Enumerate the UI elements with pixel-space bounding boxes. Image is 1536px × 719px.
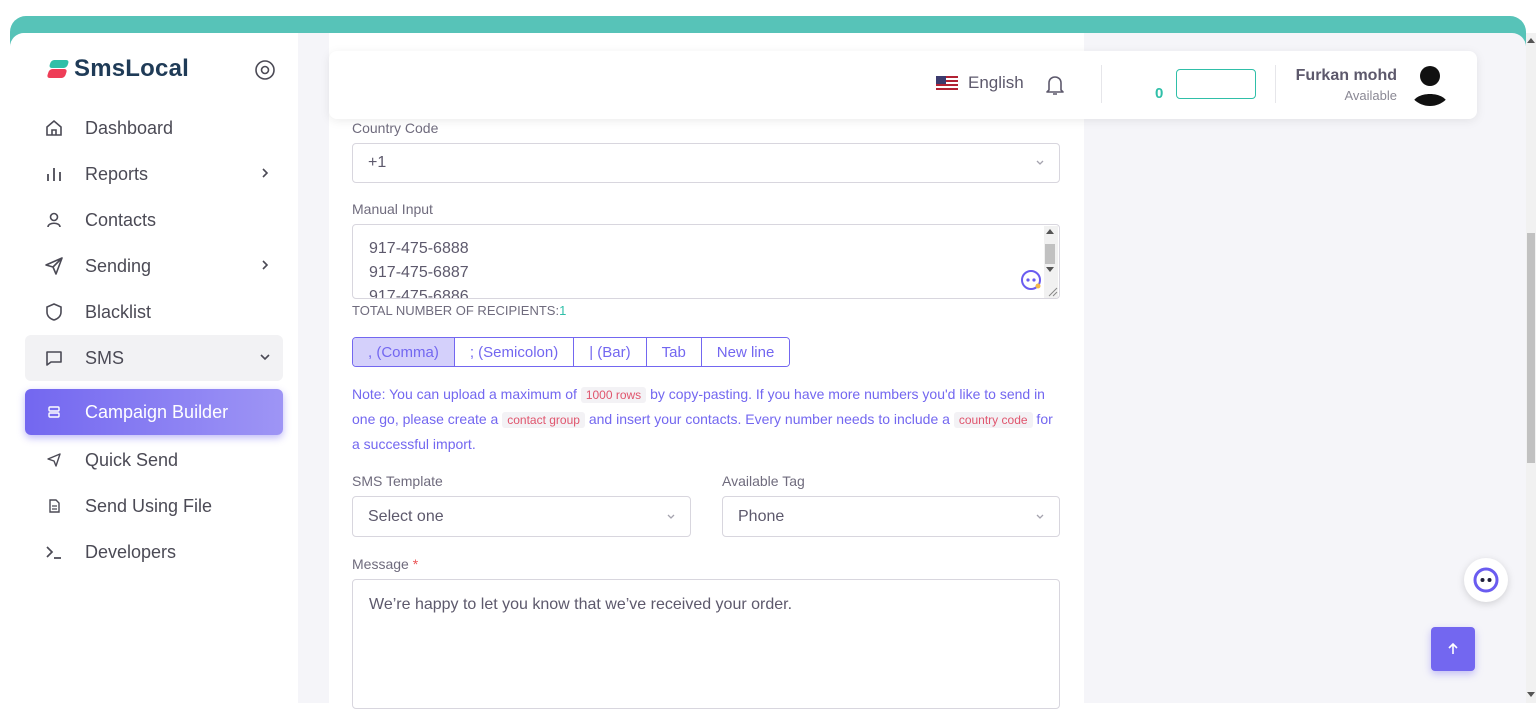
separator-semicolon-button[interactable]: ; (Semicolon) [454, 338, 575, 366]
sidebar-item-quick-send[interactable]: Quick Send [25, 437, 283, 483]
recipients-count: 1 [559, 303, 567, 318]
separator-bar-button[interactable]: | (Bar) [574, 338, 647, 366]
sidebar-item-label: Blacklist [85, 301, 152, 322]
bar-chart-icon [43, 163, 65, 185]
chevron-down-icon [667, 514, 675, 519]
country-code-label: Country Code [352, 120, 439, 136]
header-divider [1275, 65, 1276, 103]
message-label-wrap: Message * [352, 556, 418, 572]
separator-comma-button[interactable]: , (Comma) [353, 338, 455, 366]
note-text: and insert your contacts. Every number n… [584, 411, 954, 427]
sidebar-item-label: SMS [85, 347, 125, 368]
sidebar-item-label: Campaign Builder [85, 401, 229, 422]
message-text: We’re happy to let you know that we’ve r… [369, 596, 793, 613]
note-code-contact-group: contact group [502, 412, 585, 428]
page-scrollbar[interactable] [1526, 33, 1536, 703]
file-icon [43, 495, 65, 517]
message-label: Message [352, 556, 409, 572]
required-asterisk: * [412, 556, 419, 572]
sidebar-item-developers[interactable]: Developers [25, 529, 283, 575]
recipients-count-text: TOTAL NUMBER OF RECIPIENTS:1 [352, 303, 566, 318]
balance-field[interactable] [1176, 69, 1256, 99]
note-code-country-code: country code [953, 412, 1033, 428]
recipients-label: TOTAL NUMBER OF RECIPIENTS: [352, 303, 560, 318]
manual-input-textarea[interactable]: 917-475-6888 917-475-6887 917-475-6886 [352, 224, 1060, 299]
chevron-down-icon [260, 354, 270, 361]
chat-assistant-button[interactable] [1464, 558, 1508, 602]
manual-input-line: 917-475-6887 [369, 264, 469, 281]
sidebar-item-send-using-file[interactable]: Send Using File [25, 483, 283, 529]
sms-template-select[interactable]: Select one [352, 496, 691, 537]
sidebar-item-label: Send Using File [85, 495, 213, 516]
brand-logo-icon [46, 58, 70, 80]
brand[interactable]: SmsLocal [46, 55, 189, 83]
separator-button-group: , (Comma) ; (Semicolon) | (Bar) Tab New … [352, 337, 791, 367]
country-code-value: +1 [368, 154, 387, 171]
user-status: Available [1344, 88, 1397, 103]
us-flag-icon [936, 75, 958, 91]
separator-newline-button[interactable]: New line [701, 338, 790, 366]
upload-note: Note: You can upload a maximum of 1000 r… [352, 382, 1064, 456]
manual-input-line: 917-475-6888 [369, 240, 469, 257]
sidebar-item-sms[interactable]: SMS [25, 335, 283, 381]
sidebar-item-label: Sending [85, 255, 152, 276]
home-icon [43, 117, 65, 139]
resize-grip-icon[interactable] [1046, 285, 1058, 297]
header-divider [1101, 65, 1102, 103]
country-code-select[interactable]: +1 [352, 143, 1060, 183]
manual-input-line: 917-475-6886 [369, 288, 469, 299]
message-textarea[interactable]: We’re happy to let you know that we’ve r… [352, 579, 1060, 709]
chevron-down-icon [1036, 514, 1044, 519]
sidebar-toggle-icon[interactable] [254, 59, 276, 81]
assistant-bot-icon [1473, 567, 1499, 593]
sidebar-nav: Dashboard Reports Contacts Sending Black… [25, 105, 283, 575]
sidebar-item-campaign-builder[interactable]: Campaign Builder [25, 389, 283, 435]
language-label: English [968, 73, 1024, 92]
sidebar-item-label: Developers [85, 541, 177, 562]
manual-input-label: Manual Input [352, 201, 433, 217]
database-icon [43, 401, 65, 423]
separator-tab-button[interactable]: Tab [646, 338, 702, 366]
shield-icon [43, 301, 65, 323]
sidebar-item-dashboard[interactable]: Dashboard [25, 105, 283, 151]
note-code-rows: 1000 rows [580, 387, 647, 403]
language-selector[interactable]: English [936, 73, 1024, 93]
brand-name: SmsLocal [74, 55, 189, 82]
user-name[interactable]: Furkan mohd [1296, 67, 1397, 85]
terminal-icon [43, 541, 65, 563]
bell-icon[interactable] [1044, 73, 1066, 97]
sidebar-item-sending[interactable]: Sending [25, 243, 283, 289]
send-icon [43, 255, 65, 277]
top-header: English 0 Furkan mohd Available [329, 51, 1477, 119]
sidebar-item-reports[interactable]: Reports [25, 151, 283, 197]
sms-template-value: Select one [368, 507, 444, 525]
sidebar-item-label: Reports [85, 163, 149, 184]
user-icon [43, 209, 65, 231]
assistant-bot-icon[interactable] [1020, 269, 1042, 291]
sidebar-item-contacts[interactable]: Contacts [25, 197, 283, 243]
note-text: Note: You can upload a maximum of [352, 386, 581, 402]
available-tag-value: Phone [738, 507, 785, 525]
available-tag-select[interactable]: Phone [722, 496, 1060, 537]
arrow-up-icon [1448, 642, 1458, 654]
sidebar-item-blacklist[interactable]: Blacklist [25, 289, 283, 335]
chat-icon [43, 347, 65, 369]
send-small-icon [43, 449, 65, 471]
avatar[interactable] [1407, 60, 1453, 106]
sms-template-label: SMS Template [352, 473, 443, 489]
chevron-right-icon [262, 168, 269, 178]
chevron-down-icon [1036, 160, 1044, 165]
balance-value: 0 [1155, 85, 1164, 102]
sidebar-item-label: Dashboard [85, 117, 174, 138]
chevron-right-icon [262, 260, 269, 270]
sidebar-item-label: Contacts [85, 209, 157, 230]
available-tag-label: Available Tag [722, 473, 805, 489]
scroll-to-top-button[interactable] [1431, 627, 1475, 671]
sidebar: SmsLocal Dashboard Reports Contacts Send… [10, 33, 298, 703]
sidebar-item-label: Quick Send [85, 449, 179, 470]
